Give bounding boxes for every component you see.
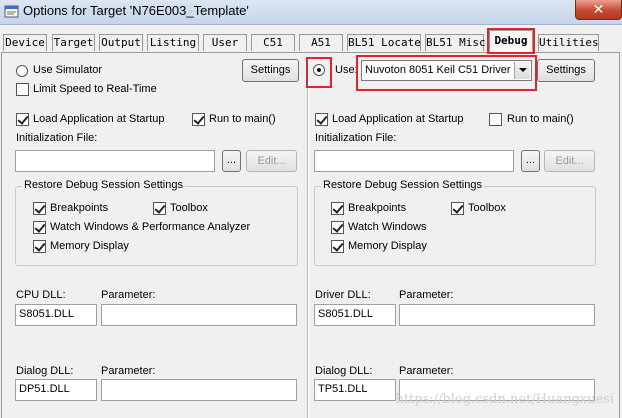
limit-speed-label: Limit Speed to Real-Time bbox=[33, 83, 157, 95]
watermark-text: https://blog.csdn.net/Huangxuesi bbox=[395, 392, 614, 407]
tab-target[interactable]: Target bbox=[52, 34, 95, 51]
simulator-settings-button[interactable]: Settings bbox=[242, 59, 299, 82]
right-edit-button[interactable]: Edit... bbox=[544, 150, 595, 172]
driver-dll-label: Driver DLL: bbox=[315, 289, 371, 301]
left-init-file-label: Initialization File: bbox=[16, 132, 98, 144]
cpu-param-input[interactable] bbox=[101, 304, 297, 326]
limit-speed-checkbox[interactable] bbox=[16, 83, 29, 96]
right-watch-checkbox[interactable] bbox=[331, 221, 344, 234]
left-load-app-checkbox[interactable] bbox=[16, 113, 29, 126]
right-memory-label: Memory Display bbox=[348, 240, 427, 252]
left-browse-button[interactable]: ... bbox=[222, 150, 241, 172]
driver-select-highlight bbox=[356, 55, 537, 91]
tab-device[interactable]: Device bbox=[3, 34, 47, 51]
close-button[interactable]: ✕ bbox=[575, 0, 622, 20]
left-load-app-label: Load Application at Startup bbox=[33, 113, 165, 125]
left-restore-group-title: Restore Debug Session Settings bbox=[22, 179, 185, 191]
left-dialog-param-label: Parameter: bbox=[101, 365, 156, 377]
left-edit-button[interactable]: Edit... bbox=[246, 150, 297, 172]
tab-a51[interactable]: A51 bbox=[299, 34, 343, 51]
left-run-to-main-label: Run to main() bbox=[209, 113, 276, 125]
driver-dll-input[interactable]: S8051.DLL bbox=[314, 304, 396, 326]
left-init-file-input[interactable] bbox=[15, 150, 215, 172]
left-breakpoints-checkbox[interactable] bbox=[33, 202, 46, 215]
cpu-dll-input[interactable]: S8051.DLL bbox=[15, 304, 97, 326]
left-watch-checkbox[interactable] bbox=[33, 221, 46, 234]
right-dialog-dll-input[interactable]: TP51.DLL bbox=[314, 379, 396, 401]
right-dialog-dll-label: Dialog DLL: bbox=[315, 365, 373, 377]
right-restore-group-title: Restore Debug Session Settings bbox=[321, 179, 484, 191]
left-toolbox-label: Toolbox bbox=[170, 202, 208, 214]
left-breakpoints-label: Breakpoints bbox=[50, 202, 109, 214]
tab-c51[interactable]: C51 bbox=[251, 34, 295, 51]
use-label: Use: bbox=[335, 64, 358, 76]
left-toolbox-checkbox[interactable] bbox=[153, 202, 166, 215]
cpu-dll-label: CPU DLL: bbox=[16, 289, 66, 301]
app-icon bbox=[4, 5, 19, 18]
right-breakpoints-checkbox[interactable] bbox=[331, 202, 344, 215]
left-dialog-dll-label: Dialog DLL: bbox=[16, 365, 74, 377]
tab-bl51-misc[interactable]: BL51 Misc bbox=[425, 34, 486, 51]
right-watch-label: Watch Windows bbox=[348, 221, 427, 233]
right-init-file-input[interactable] bbox=[314, 150, 514, 172]
tab-user[interactable]: User bbox=[203, 34, 247, 51]
driver-settings-button[interactable]: Settings bbox=[537, 59, 595, 82]
left-watch-label: Watch Windows & Performance Analyzer bbox=[50, 221, 251, 233]
right-memory-checkbox[interactable] bbox=[331, 240, 344, 253]
right-toolbox-label: Toolbox bbox=[468, 202, 506, 214]
use-simulator-radio[interactable] bbox=[16, 65, 28, 77]
right-run-to-main-label: Run to main() bbox=[507, 113, 574, 125]
title-bar[interactable]: Options for Target 'N76E003_Template' ✕ bbox=[0, 0, 622, 25]
right-dialog-param-label: Parameter: bbox=[399, 365, 454, 377]
left-run-to-main-checkbox[interactable] bbox=[192, 113, 205, 126]
tab-listing[interactable]: Listing bbox=[147, 34, 199, 51]
use-simulator-label: Use Simulator bbox=[33, 64, 103, 76]
driver-param-input[interactable] bbox=[399, 304, 595, 326]
left-memory-label: Memory Display bbox=[50, 240, 129, 252]
right-breakpoints-label: Breakpoints bbox=[348, 202, 407, 214]
right-browse-button[interactable]: ... bbox=[521, 150, 540, 172]
cpu-param-label: Parameter: bbox=[101, 289, 156, 301]
right-init-file-label: Initialization File: bbox=[315, 132, 397, 144]
use-radio-highlight bbox=[306, 57, 332, 88]
left-dialog-dll-input[interactable]: DP51.DLL bbox=[15, 379, 97, 401]
debug-tab-highlight bbox=[487, 28, 535, 54]
left-memory-checkbox[interactable] bbox=[33, 240, 46, 253]
right-load-app-label: Load Application at Startup bbox=[332, 113, 464, 125]
tab-utilities[interactable]: Utilities bbox=[538, 34, 599, 51]
right-run-to-main-checkbox[interactable] bbox=[489, 113, 502, 126]
window-title: Options for Target 'N76E003_Template' bbox=[23, 3, 249, 18]
driver-param-label: Parameter: bbox=[399, 289, 454, 301]
left-dialog-param-input[interactable] bbox=[101, 379, 297, 401]
column-divider-highlight bbox=[308, 58, 309, 418]
right-toolbox-checkbox[interactable] bbox=[451, 202, 464, 215]
tab-output[interactable]: Output bbox=[99, 34, 143, 51]
right-load-app-checkbox[interactable] bbox=[315, 113, 328, 126]
tab-bl51-locate[interactable]: BL51 Locate bbox=[347, 34, 421, 51]
